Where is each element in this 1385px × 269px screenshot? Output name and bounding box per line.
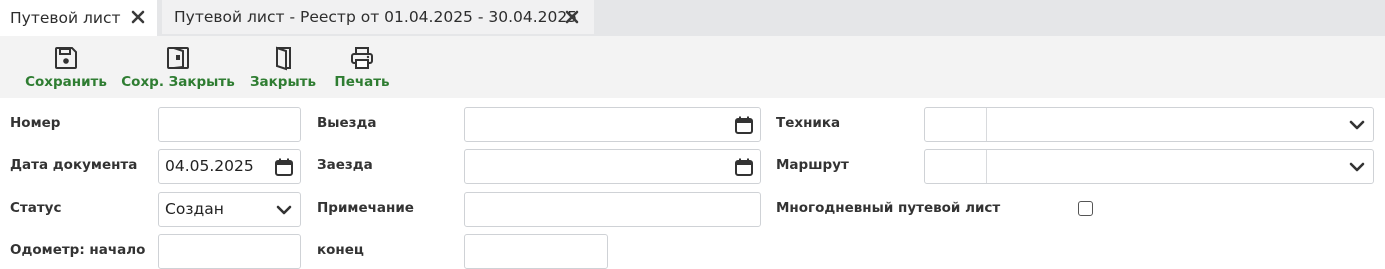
odometer-start-label: Одометр: начало xyxy=(10,242,146,258)
departure-input[interactable] xyxy=(464,107,761,142)
close-button[interactable]: Закрыть xyxy=(248,36,318,98)
floppy-disk-icon xyxy=(55,47,77,69)
multiday-checkbox[interactable] xyxy=(1078,201,1093,216)
status-label: Статус xyxy=(10,200,62,216)
calendar-icon[interactable] xyxy=(274,157,294,177)
note-label: Примечание xyxy=(317,200,414,216)
printer-icon xyxy=(351,47,373,69)
close-icon[interactable] xyxy=(564,9,580,25)
close-icon[interactable] xyxy=(130,9,146,25)
vehicle-select[interactable] xyxy=(924,107,1374,142)
tab-label: Путевой лист xyxy=(10,9,121,27)
door-icon xyxy=(276,46,291,71)
multiday-label: Многодневный путевой лист xyxy=(776,200,1001,216)
calendar-icon[interactable] xyxy=(734,115,754,135)
doc-date-input[interactable]: 04.05.2025 xyxy=(158,149,301,184)
chevron-down-icon[interactable] xyxy=(1349,161,1365,173)
route-select[interactable] xyxy=(924,149,1374,184)
number-label: Номер xyxy=(10,115,61,131)
arrival-input[interactable] xyxy=(464,149,761,184)
save-close-button[interactable]: Сохр. Закрыть xyxy=(121,36,235,98)
status-select[interactable]: Создан xyxy=(158,192,301,227)
arrival-label: Заезда xyxy=(317,157,373,173)
save-label: Сохранить xyxy=(25,74,107,90)
doc-date-label: Дата документа xyxy=(10,157,138,173)
route-label: Маршрут xyxy=(776,157,849,173)
save-button[interactable]: Сохранить xyxy=(20,36,112,98)
number-input[interactable] xyxy=(158,107,301,142)
print-button[interactable]: Печать xyxy=(331,36,393,98)
vehicle-label: Техника xyxy=(776,115,841,131)
tab-bar: Путевой лист Путевой лист - Реестр от 01… xyxy=(0,0,1385,36)
field-separator xyxy=(986,108,987,141)
chevron-down-icon xyxy=(276,205,292,215)
calendar-icon[interactable] xyxy=(734,157,754,177)
save-close-label: Сохр. Закрыть xyxy=(121,74,235,90)
save-close-icon xyxy=(167,47,189,69)
print-label: Печать xyxy=(334,74,390,90)
toolbar: Сохранить Сохр. Закрыть Закрыть Печать xyxy=(0,36,1385,98)
tab-waybill[interactable]: Путевой лист xyxy=(0,0,157,36)
doc-date-value: 04.05.2025 xyxy=(165,157,254,175)
tab-waybill-registry[interactable]: Путевой лист - Реестр от 01.04.2025 - 30… xyxy=(162,0,594,34)
tab-label: Путевой лист - Реестр от 01.04.2025 - 30… xyxy=(174,8,578,26)
odometer-end-label: конец xyxy=(317,242,364,258)
close-label: Закрыть xyxy=(249,74,317,90)
status-value: Создан xyxy=(165,200,224,218)
odometer-start-input[interactable] xyxy=(158,234,301,269)
departure-label: Выезда xyxy=(317,115,377,131)
odometer-end-input[interactable] xyxy=(464,234,608,269)
note-input[interactable] xyxy=(464,192,761,227)
chevron-down-icon[interactable] xyxy=(1349,119,1365,131)
field-separator xyxy=(986,150,987,183)
